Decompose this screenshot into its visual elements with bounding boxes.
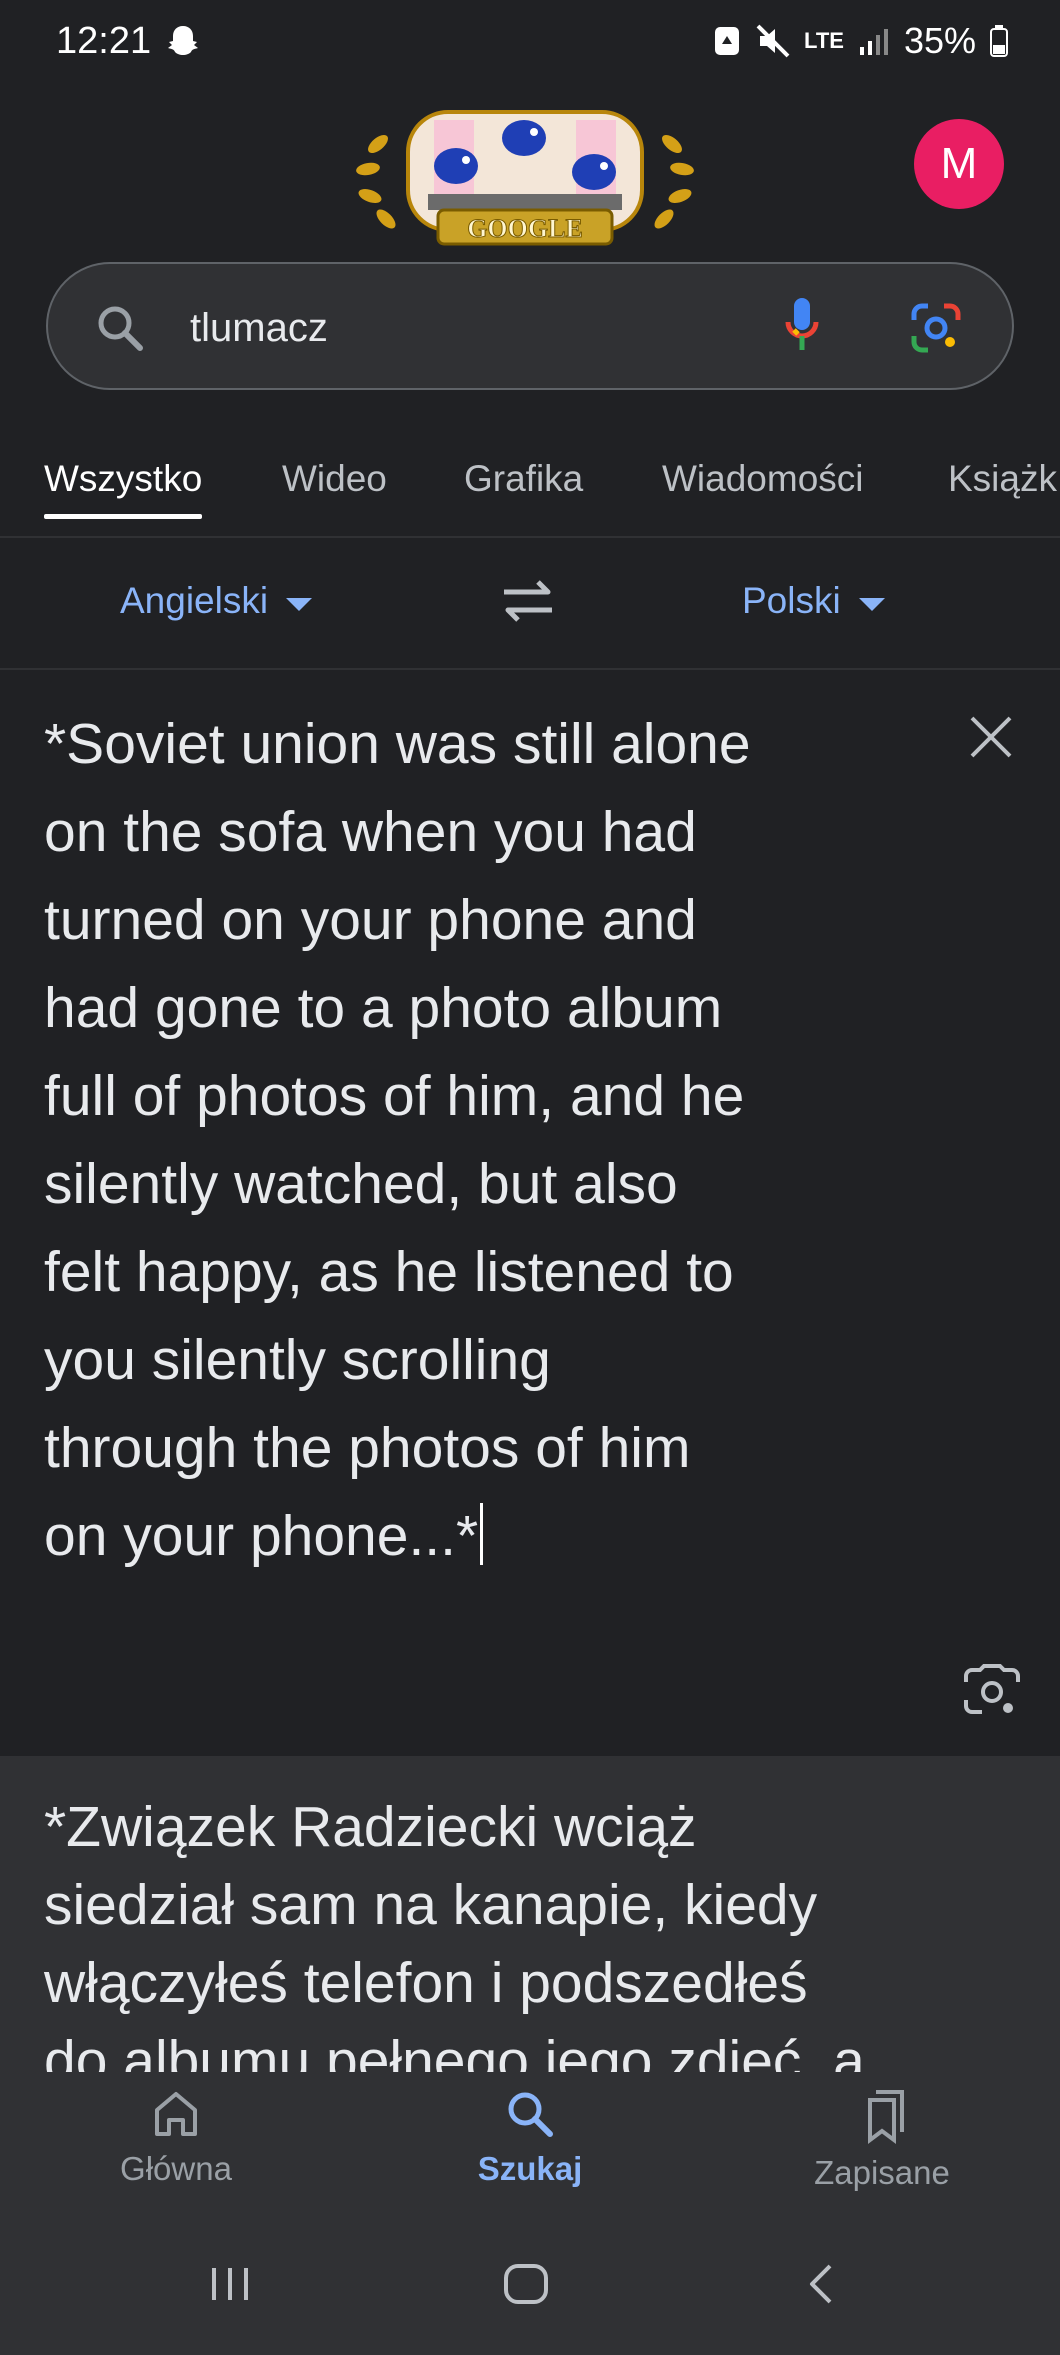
target-language-dropdown[interactable]: Polski <box>742 580 885 622</box>
doodle-text: GOOGLE <box>467 214 583 243</box>
dropdown-arrow-icon <box>858 597 885 611</box>
recycle-icon <box>712 24 742 58</box>
dropdown-arrow-icon <box>286 597 313 611</box>
translation-line: *Związek Radziecki wciąż <box>44 1795 697 1859</box>
text-cursor <box>480 1503 484 1565</box>
translation-output-panel: *Związek Radziecki wciąż siedział sam na… <box>0 1756 1060 2072</box>
nav-search[interactable]: Szukaj <box>410 2088 650 2188</box>
system-navigation-bar <box>0 2222 1060 2355</box>
translation-text: *Związek Radziecki wciąż siedział sam na… <box>44 1788 1034 2072</box>
home-button-icon[interactable] <box>502 2262 550 2311</box>
tab-images[interactable]: Grafika <box>464 458 583 500</box>
google-lens-icon[interactable] <box>910 302 962 359</box>
tab-video[interactable]: Wideo <box>282 458 387 500</box>
lte-indicator: LTE <box>804 28 844 53</box>
voice-search-icon[interactable] <box>784 296 820 361</box>
source-line: *Soviet union was still alone <box>44 712 751 776</box>
nav-home-label: Główna <box>120 2150 232 2187</box>
source-line: silently watched, but also <box>44 1152 678 1216</box>
signal-icon <box>858 25 890 57</box>
battery-icon <box>990 25 1008 57</box>
account-avatar[interactable]: M <box>914 119 1004 209</box>
search-input[interactable] <box>188 296 792 360</box>
google-doodle[interactable]: GOOGLE <box>348 104 702 254</box>
avatar-letter: M <box>940 139 978 188</box>
status-bar: 12:21 LTE 35% <box>0 0 1060 88</box>
recent-apps-icon[interactable] <box>206 2262 254 2311</box>
mute-icon <box>756 24 790 58</box>
translation-line: do albumu pełnego jego zdjęć, a <box>44 2029 865 2072</box>
source-line: had gone to a photo album <box>44 976 723 1040</box>
source-line: you silently scrolling <box>44 1328 551 1392</box>
search-bar[interactable] <box>46 262 1014 390</box>
search-icon <box>96 304 144 357</box>
snapchat-icon <box>166 24 200 65</box>
nav-saved-label: Zapisane <box>814 2154 950 2191</box>
source-line: on your phone...* <box>44 1504 479 1568</box>
source-language-dropdown[interactable]: Angielski <box>120 580 313 622</box>
bookmarks-icon <box>762 2088 1002 2144</box>
nav-search-label: Szukaj <box>477 2150 583 2187</box>
translation-line: włączyłeś telefon i podszedłeś <box>44 1951 808 2015</box>
bottom-navigation: Główna Szukaj Zapisane <box>0 2072 1060 2222</box>
search-icon <box>410 2088 650 2140</box>
status-time: 12:21 <box>56 20 152 62</box>
source-line: on the sofa when you had <box>44 800 697 864</box>
swap-languages-icon[interactable] <box>498 578 558 629</box>
translation-line: siedział sam na kanapie, kiedy <box>44 1873 818 1937</box>
search-tabs: Wszystko Wideo Grafika Wiadomości Książk <box>0 440 1060 538</box>
nav-saved[interactable]: Zapisane <box>762 2088 1002 2192</box>
home-icon <box>56 2088 296 2140</box>
camera-translate-icon[interactable] <box>962 1664 1022 1725</box>
battery-percent: 35% <box>903 20 976 61</box>
tab-news[interactable]: Wiadomości <box>662 458 864 500</box>
source-line: full of photos of him, and he <box>44 1064 745 1128</box>
source-line: through the photos of him <box>44 1416 691 1480</box>
source-language-label: Angielski <box>120 580 269 621</box>
back-button-icon[interactable] <box>806 2262 836 2311</box>
source-text-area[interactable]: *Soviet union was still alone on the sof… <box>44 700 894 1580</box>
source-line: felt happy, as he listened to <box>44 1240 734 1304</box>
target-language-label: Polski <box>742 580 841 621</box>
tab-all[interactable]: Wszystko <box>44 458 203 519</box>
tab-books[interactable]: Książk <box>948 458 1057 500</box>
language-selector-row: Angielski Polski <box>0 538 1060 670</box>
clear-text-icon[interactable] <box>966 712 1016 767</box>
nav-home[interactable]: Główna <box>56 2088 296 2188</box>
source-line: turned on your phone and <box>44 888 697 952</box>
